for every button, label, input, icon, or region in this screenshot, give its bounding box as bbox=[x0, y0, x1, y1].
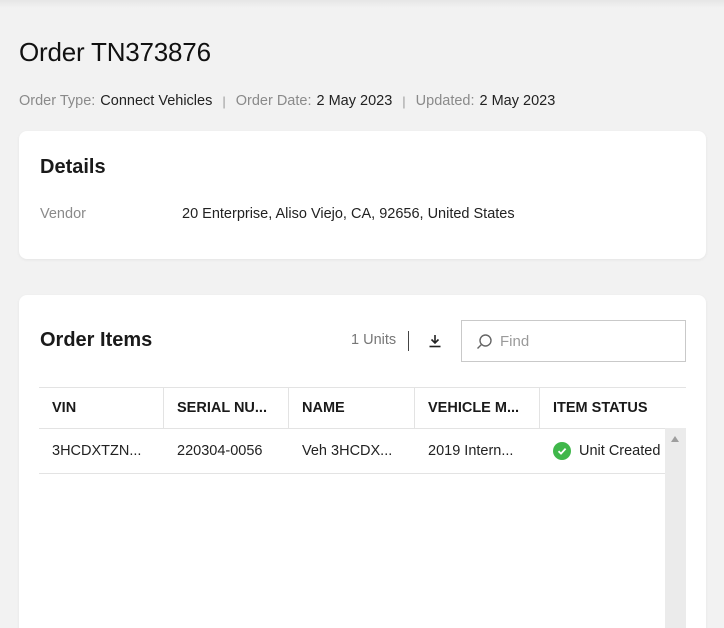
find-search-box[interactable] bbox=[461, 320, 686, 362]
cell-vin: 3HCDXTZN... bbox=[39, 429, 164, 473]
units-count: 1 Units bbox=[351, 332, 397, 348]
download-button[interactable] bbox=[423, 329, 447, 353]
column-header-vin[interactable]: VIN bbox=[39, 388, 164, 428]
order-items-heading: Order Items bbox=[40, 329, 153, 351]
check-circle-icon bbox=[553, 442, 571, 460]
search-icon bbox=[476, 332, 494, 350]
table-row[interactable]: 3HCDXTZN... 220304-0056 Veh 3HCDX... 201… bbox=[39, 429, 686, 474]
cell-serial-number: 220304-0056 bbox=[164, 429, 289, 473]
toolbar-divider bbox=[408, 331, 409, 351]
meta-separator: | bbox=[222, 93, 226, 109]
find-input[interactable] bbox=[500, 332, 670, 350]
order-type-label: Order Type: bbox=[19, 93, 96, 109]
table-header: VIN SERIAL NU... NAME VEHICLE M... ITEM … bbox=[39, 387, 686, 429]
scroll-up-arrow-icon[interactable] bbox=[671, 436, 679, 442]
cell-vehicle-model: 2019 Intern... bbox=[415, 429, 540, 473]
meta-separator: | bbox=[402, 93, 406, 109]
item-status-text: Unit Created bbox=[579, 443, 661, 459]
details-heading: Details bbox=[40, 156, 106, 178]
name-text: Veh 3HCDX... bbox=[302, 443, 393, 459]
order-meta: Order Type: Connect Vehicles | Order Dat… bbox=[19, 93, 555, 109]
download-icon bbox=[429, 335, 441, 348]
column-header-serial-number[interactable]: SERIAL NU... bbox=[164, 388, 289, 428]
serial-text: 220304-0056 bbox=[177, 443, 263, 459]
column-header-vehicle-model[interactable]: VEHICLE M... bbox=[415, 388, 540, 428]
vendor-label: Vendor bbox=[40, 206, 86, 222]
updated-label: Updated: bbox=[415, 93, 475, 109]
table-scrollbar[interactable] bbox=[665, 428, 686, 628]
top-bar-shadow bbox=[0, 0, 724, 8]
vehicle-model-text: 2019 Intern... bbox=[428, 443, 514, 459]
cell-name: Veh 3HCDX... bbox=[289, 429, 415, 473]
order-items-table: VIN SERIAL NU... NAME VEHICLE M... ITEM … bbox=[39, 387, 686, 474]
details-card: Details Vendor 20 Enterprise, Aliso Viej… bbox=[19, 131, 706, 259]
order-date-label: Order Date: bbox=[235, 93, 312, 109]
column-header-item-status[interactable]: ITEM STATUS bbox=[540, 388, 686, 428]
order-items-card: Order Items 1 Units VIN SERIAL NU... NAM… bbox=[19, 295, 706, 628]
page-title: Order TN373876 bbox=[19, 37, 211, 67]
updated-value: 2 May 2023 bbox=[479, 93, 556, 109]
order-date-value: 2 May 2023 bbox=[316, 93, 393, 109]
vendor-value: 20 Enterprise, Aliso Viejo, CA, 92656, U… bbox=[182, 206, 515, 222]
order-type-value: Connect Vehicles bbox=[100, 93, 213, 109]
column-header-name[interactable]: NAME bbox=[289, 388, 415, 428]
vin-text: 3HCDXTZN... bbox=[52, 443, 142, 459]
